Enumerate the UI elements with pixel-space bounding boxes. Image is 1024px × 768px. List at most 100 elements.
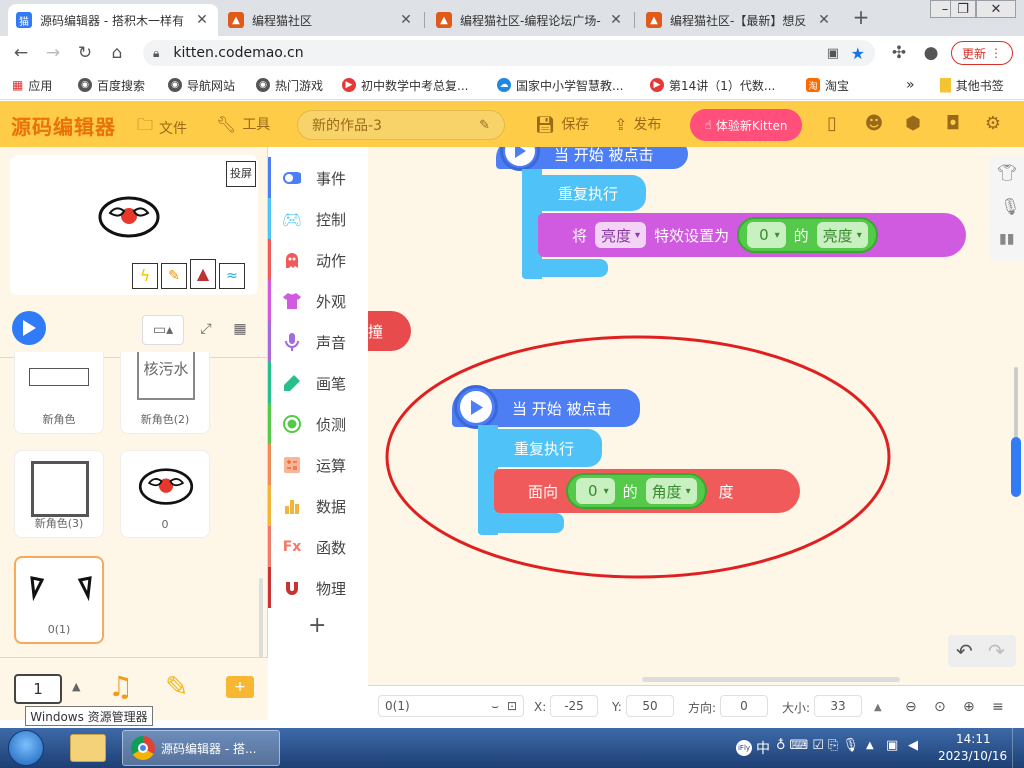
publish-button[interactable]: ⇪ 发布: [614, 114, 661, 134]
face-direction-block[interactable]: 面向 0 ▾ 的 角度 ▾ 度: [494, 469, 800, 513]
zoom-out-icon[interactable]: ⊖: [905, 696, 917, 718]
settings-gear-icon[interactable]: ⚙: [981, 112, 1005, 136]
bookmark-taobao[interactable]: 淘 淘宝: [806, 76, 849, 94]
hexagon-blocks-icon[interactable]: ⬢: [901, 112, 925, 136]
sprite-card[interactable]: 新角色: [14, 352, 104, 434]
bookmark-education[interactable]: ☁ 国家中小学智慧教...: [497, 76, 623, 94]
reload-icon[interactable]: ↻: [74, 42, 96, 64]
add-folder-icon[interactable]: +: [226, 676, 254, 698]
collapse-arrow-icon[interactable]: ▲: [72, 680, 80, 693]
category-pen[interactable]: 画笔: [268, 362, 368, 403]
zoom-reset-icon[interactable]: ⊙: [934, 696, 946, 718]
forward-arrow-icon[interactable]: →: [42, 42, 64, 64]
value-dropdown[interactable]: 0 ▾: [747, 222, 786, 248]
category-sound[interactable]: 声音: [268, 321, 368, 362]
page-number-box[interactable]: 1: [14, 674, 62, 704]
category-data[interactable]: 数据: [268, 485, 368, 526]
paintbrush-icon[interactable]: ✎: [165, 670, 188, 703]
code-workspace[interactable]: 当 开始 被点击 重复执行 将 亮度 ▾ 特效设置为 0 ▾ 的 亮度 ▾ 撞 当 开…: [368, 147, 1024, 685]
sprite-card[interactable]: 0: [120, 450, 210, 538]
category-functions[interactable]: Fx 函数: [268, 526, 368, 567]
zoom-in-icon[interactable]: ⊕: [963, 696, 975, 718]
visibility-eye-icon[interactable]: ⌣: [491, 699, 499, 714]
tray-expand-icon[interactable]: ▲: [866, 740, 874, 751]
play-button[interactable]: [12, 311, 46, 345]
sprite-card[interactable]: 新角色(3): [14, 450, 104, 538]
close-window-icon[interactable]: ✕: [976, 0, 1016, 18]
extensions-icon[interactable]: ✣: [888, 42, 910, 64]
save-button[interactable]: 💾︎ 保存: [535, 114, 589, 134]
bookmark-apps[interactable]: ▦ 应用: [12, 76, 52, 94]
lock-icon[interactable]: ⊡: [507, 699, 517, 713]
sprite-card[interactable]: 核污水 新角色(2): [120, 352, 210, 434]
start-button[interactable]: [8, 730, 44, 766]
browser-tab[interactable]: ▲ 编程猫社区-【最新】想反 ✕: [638, 4, 840, 36]
bar-chart-icon[interactable]: ▮▮: [999, 231, 1014, 247]
sprite-name-field[interactable]: 0(1) ⌣ ⊡: [378, 695, 524, 717]
url-input[interactable]: 🔒︎ kitten.codemao.cn ▣ ★: [143, 40, 875, 66]
microphone-icon[interactable]: 🎙︎: [1000, 197, 1020, 216]
clock-date[interactable]: 2023/10/16: [938, 749, 1007, 763]
horizontal-scrollbar[interactable]: [642, 677, 900, 682]
zoom-slider-thumb[interactable]: [1011, 437, 1021, 497]
try-new-kitten-button[interactable]: ☝ 体验新Kitten: [690, 109, 802, 141]
other-bookmarks[interactable]: ▇ 其他书签: [940, 76, 1004, 94]
cast-screen-button[interactable]: 投屏: [226, 161, 256, 187]
project-name-input[interactable]: 新的作品-3 ✎: [297, 110, 505, 140]
input-method-icon[interactable]: iFly: [736, 740, 752, 756]
taskbar-chrome-window[interactable]: 源码编辑器 - 搭...: [122, 730, 280, 766]
size-input[interactable]: 33: [814, 695, 862, 717]
tray-icons[interactable]: ♁⌨☑⎘🎙︎: [776, 738, 863, 753]
close-tab-icon[interactable]: ✕: [608, 12, 624, 28]
ime-language[interactable]: 中: [756, 738, 770, 758]
value-dropdown[interactable]: 0 ▾: [576, 478, 615, 504]
mobile-preview-icon[interactable]: ▯: [820, 112, 844, 136]
category-physics[interactable]: 物理: [268, 567, 368, 608]
new-tab-button[interactable]: +: [850, 6, 872, 28]
home-icon[interactable]: ⌂: [106, 42, 128, 64]
grid-toggle-icon[interactable]: ▦: [226, 315, 254, 345]
camera-blocked-icon[interactable]: ▣: [827, 46, 839, 61]
browser-tab[interactable]: ▲ 编程猫社区-编程论坛广场- ✕: [428, 4, 632, 36]
show-desktop-button[interactable]: [1012, 728, 1024, 768]
property-of-block[interactable]: 0 ▾ 的 亮度 ▾: [737, 217, 878, 253]
repeat-forever-block[interactable]: 重复执行: [478, 429, 602, 467]
menu-lines-icon[interactable]: ≡: [992, 696, 1004, 718]
property-dropdown[interactable]: 角度 ▾: [645, 478, 697, 504]
menu-file[interactable]: 🗀︎ 文件: [137, 114, 187, 141]
fullscreen-icon[interactable]: ⤢: [192, 315, 220, 345]
category-control[interactable]: 🎮︎ 控制: [268, 198, 368, 239]
volume-icon[interactable]: ◀: [908, 738, 918, 753]
category-motion[interactable]: 动作: [268, 239, 368, 280]
close-tab-icon[interactable]: ✕: [816, 12, 832, 28]
bookmark-nav[interactable]: ◉ 导航网站: [168, 76, 235, 94]
more-bookmarks-button[interactable]: »: [906, 76, 915, 94]
file-explorer-icon[interactable]: [70, 734, 106, 762]
category-sensing[interactable]: 侦测: [268, 403, 368, 444]
back-arrow-icon[interactable]: ←: [10, 42, 32, 64]
partial-collision-block[interactable]: 撞: [368, 311, 411, 351]
tshirt-icon[interactable]: 👕︎: [997, 163, 1017, 182]
backpack-icon[interactable]: ◘: [941, 112, 965, 136]
category-events[interactable]: 事件: [268, 157, 368, 198]
sprite-card-selected[interactable]: 0(1): [14, 556, 104, 644]
set-effect-block[interactable]: 将 亮度 ▾ 特效设置为 0 ▾ 的 亮度 ▾: [538, 213, 966, 257]
effect-dropdown[interactable]: 亮度 ▾: [595, 222, 647, 248]
category-looks[interactable]: 外观: [268, 280, 368, 321]
bookmark-math[interactable]: ▶ 初中数学中考总复...: [342, 76, 468, 94]
add-extension-button[interactable]: +: [308, 613, 326, 638]
direction-input[interactable]: 0: [720, 695, 768, 717]
bookmark-games[interactable]: ◉ 热门游戏: [256, 76, 323, 94]
close-tab-icon[interactable]: ✕: [194, 12, 210, 28]
zoom-slider[interactable]: [1011, 367, 1021, 497]
stage-size-dropdown[interactable]: ▭▴: [142, 315, 184, 345]
browser-tab[interactable]: ▲ 编程猫社区 ✕: [220, 4, 422, 36]
sprite-list-scrollbar[interactable]: [259, 578, 263, 658]
bookmark-lesson[interactable]: ▶ 第14讲（1）代数...: [650, 76, 775, 94]
y-input[interactable]: 50: [626, 695, 674, 717]
profile-avatar-icon[interactable]: ●: [920, 42, 942, 64]
music-note-icon[interactable]: ♫: [108, 670, 133, 703]
restore-window-icon[interactable]: ❐: [950, 0, 976, 18]
stage-preview[interactable]: 投屏 ϟ ✎ ▲ ≈: [10, 155, 258, 295]
close-tab-icon[interactable]: ✕: [398, 12, 414, 28]
